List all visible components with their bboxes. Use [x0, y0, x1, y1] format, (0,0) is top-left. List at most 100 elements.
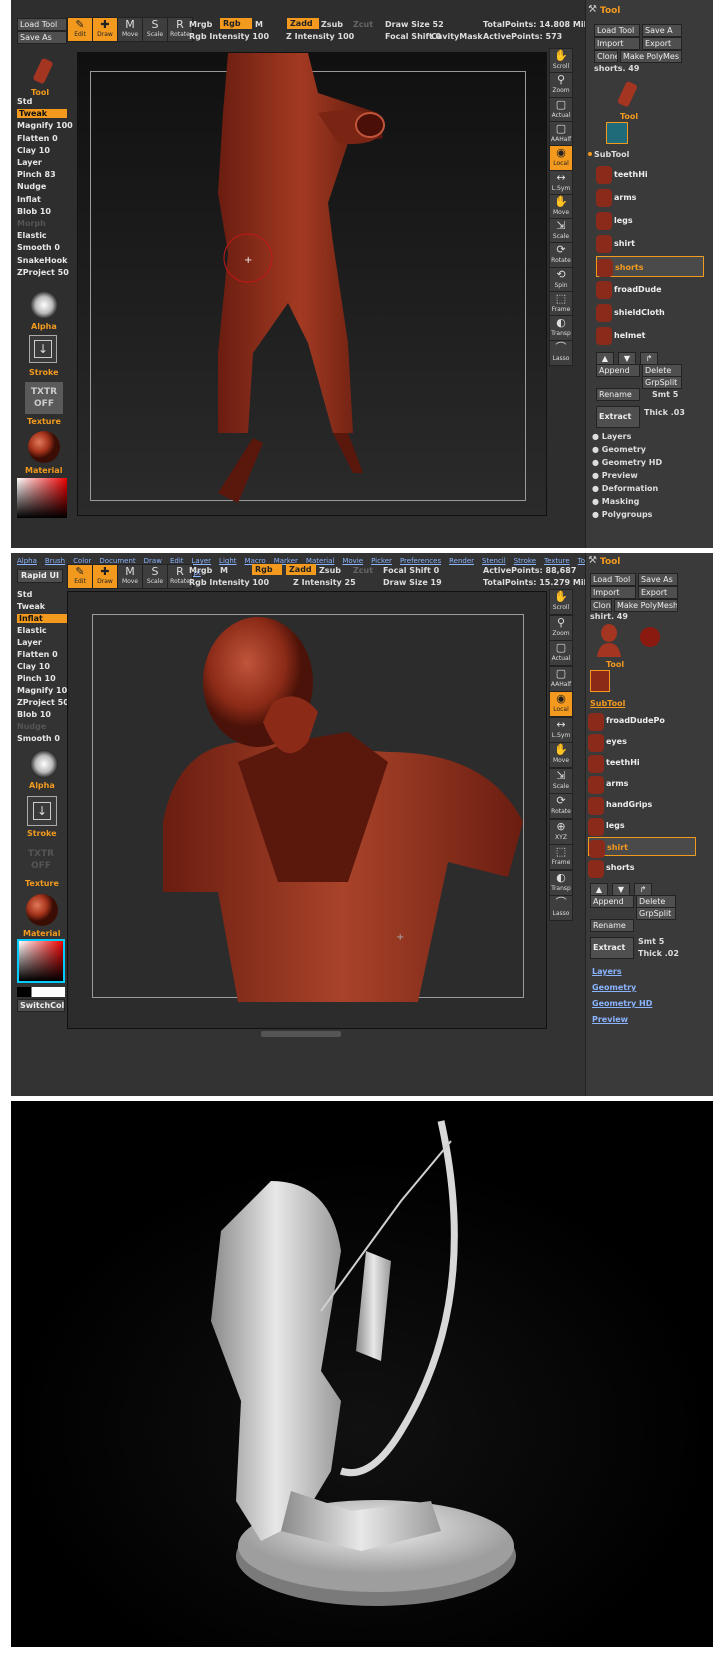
subtool-row[interactable]: arms [596, 187, 704, 208]
alpha-label[interactable]: Alpha [31, 322, 57, 331]
subtool-row[interactable]: teethHi [596, 164, 704, 185]
cavity-mask-toggle[interactable]: CavityMask [431, 32, 483, 41]
stroke-thumbnail[interactable]: ↓ [27, 796, 57, 826]
section-layers[interactable]: Layers [592, 967, 622, 976]
brush-layer[interactable]: Layer [17, 158, 42, 167]
subtool-row[interactable]: shorts [588, 858, 696, 878]
menu-light[interactable]: Light [219, 557, 236, 565]
shelf-scale-button[interactable]: ⇲ Scale [549, 218, 573, 245]
tool-edit-button[interactable]: ✎ Edit [67, 17, 93, 42]
append-button[interactable]: Append [590, 895, 634, 908]
alpha-thumbnail[interactable] [27, 290, 61, 320]
brush-elastic[interactable]: Elastic [17, 626, 47, 635]
tool-palette-title[interactable]: Tool [600, 557, 620, 567]
brush-smooth-0[interactable]: Smooth 0 [17, 734, 60, 743]
palette-clone-button[interactable]: Clone [590, 599, 612, 612]
extract-button[interactable]: Extract [596, 406, 640, 428]
rgb-intensity-slider[interactable]: Rgb Intensity 100 [189, 578, 269, 587]
subtool-row[interactable]: froadDude [596, 279, 704, 300]
rapid-ui-button[interactable]: Rapid UI [17, 569, 63, 583]
texture-label[interactable]: Texture [27, 417, 61, 426]
shelf-lsym-button[interactable]: ↔ L.Sym [549, 716, 573, 743]
stroke-label[interactable]: Stroke [27, 829, 57, 838]
shelf-lsym-button[interactable]: ↔ L.Sym [549, 169, 573, 196]
texture-label[interactable]: Texture [25, 879, 59, 888]
grpsplit-button[interactable]: GrpSplit [636, 907, 676, 920]
m-toggle[interactable]: M [220, 566, 228, 575]
draw-size-slider[interactable]: Draw Size 19 [383, 578, 442, 587]
brush-clay-10[interactable]: Clay 10 [17, 662, 50, 671]
subtool-row[interactable]: eyes [588, 732, 696, 752]
stroke-label[interactable]: Stroke [29, 368, 59, 377]
zsub-toggle[interactable]: Zsub [321, 20, 343, 29]
menu-layer[interactable]: Layer [192, 557, 212, 565]
shelf-actual-button[interactable]: ▢ Actual [549, 640, 573, 666]
smt-slider[interactable]: Smt 5 [638, 937, 664, 946]
draw-size-slider[interactable]: Draw Size 52 [385, 20, 444, 29]
palette-tool-label[interactable]: Tool [606, 660, 624, 669]
shelf-local-button[interactable]: ◉ Local [549, 145, 573, 172]
m-toggle[interactable]: M [255, 20, 263, 29]
brush-elastic[interactable]: Elastic [17, 231, 47, 240]
tool-scale-button[interactable]: S Scale [142, 564, 168, 589]
viewport-canvas[interactable]: + [67, 591, 547, 1029]
section-polygroups[interactable]: ● Polygroups [592, 510, 652, 519]
brush-layer[interactable]: Layer [17, 638, 42, 647]
tool-preview-swatch[interactable] [606, 122, 628, 144]
extract-button[interactable]: Extract [590, 937, 634, 959]
subtool-row[interactable]: froadDudePo [588, 711, 696, 731]
z-intensity-slider[interactable]: Z Intensity 25 [293, 578, 356, 587]
shelf-zoom-button[interactable]: ⚲ Zoom [549, 614, 573, 641]
section-geometry-hd[interactable]: Geometry HD [592, 999, 652, 1008]
brush-nudge[interactable]: Nudge [17, 182, 46, 191]
shelf-rotate-button[interactable]: ⟳ Rotate [549, 793, 573, 819]
switch-color-button[interactable]: SwitchColor [17, 999, 65, 1012]
texture-thumbnail[interactable]: TXTR OFF [25, 382, 63, 414]
brush-pinch-83[interactable]: Pinch 83 [17, 170, 56, 179]
palette-import-button[interactable]: Import [594, 37, 640, 50]
palette-save-as-button[interactable]: Save A [642, 24, 682, 37]
brush-std[interactable]: Std [17, 590, 32, 599]
rename-button[interactable]: Rename [596, 388, 640, 401]
shelf-local-button[interactable]: ◉ Local [549, 691, 573, 717]
subtool-row[interactable]: arms [588, 774, 696, 794]
material-label[interactable]: Material [25, 466, 62, 475]
thick-slider[interactable]: Thick .03 [644, 408, 685, 417]
brush-magnify-100[interactable]: Magnify 100 [17, 121, 73, 130]
shelf-frame-button[interactable]: ⬚ Frame [549, 844, 573, 870]
subtool-row[interactable]: shirt [596, 233, 704, 254]
load-tool-button[interactable]: Load Tool [17, 18, 67, 31]
shelf-xyz-button[interactable]: ⊕ XYZ [549, 818, 573, 845]
menu-render[interactable]: Render [449, 557, 474, 565]
zcut-toggle[interactable]: Zcut [353, 20, 373, 29]
section-deformation[interactable]: ● Deformation [592, 484, 658, 493]
brush-blob-10[interactable]: Blob 10 [17, 207, 51, 216]
shelf-scale-button[interactable]: ⇲ Scale [549, 767, 573, 794]
current-tool-thumbnail[interactable] [614, 80, 640, 110]
subtool-row[interactable]: shirt [588, 837, 696, 858]
subtool-row[interactable]: legs [596, 210, 704, 231]
section-masking[interactable]: ● Masking [592, 497, 639, 506]
save-as-button[interactable]: Save As [17, 31, 67, 44]
subtool-row[interactable]: legs [588, 816, 696, 836]
rgb-toggle[interactable]: Rgb [220, 18, 252, 29]
brush-blob-10[interactable]: Blob 10 [17, 710, 51, 719]
palette-make-polymesh-button[interactable]: Make PolyMesh3 [614, 599, 678, 612]
menu-picker[interactable]: Picker [371, 557, 392, 565]
rgb-toggle[interactable]: Rgb [252, 564, 282, 575]
shelf-zoom-button[interactable]: ⚲ Zoom [549, 72, 573, 99]
tool-preview-swatch[interactable] [590, 670, 610, 692]
subtool-title[interactable]: SubTool [590, 699, 625, 708]
shelf-move-button[interactable]: ✋ Move [549, 193, 573, 220]
z-intensity-slider[interactable]: Z Intensity 100 [286, 32, 354, 41]
zadd-toggle[interactable]: Zadd [286, 564, 316, 575]
subtool-row[interactable]: teethHi [588, 753, 696, 773]
menu-stencil[interactable]: Stencil [482, 557, 506, 565]
material-sphere[interactable] [27, 430, 61, 464]
brush-morph[interactable]: Morph [17, 219, 46, 228]
color-picker[interactable] [17, 939, 65, 983]
tool-draw-button[interactable]: ✚ Draw [92, 17, 118, 42]
brush-std[interactable]: Std [17, 97, 32, 106]
palette-tool-label[interactable]: Tool [620, 112, 638, 121]
tool-palette-title[interactable]: Tool [600, 6, 620, 16]
